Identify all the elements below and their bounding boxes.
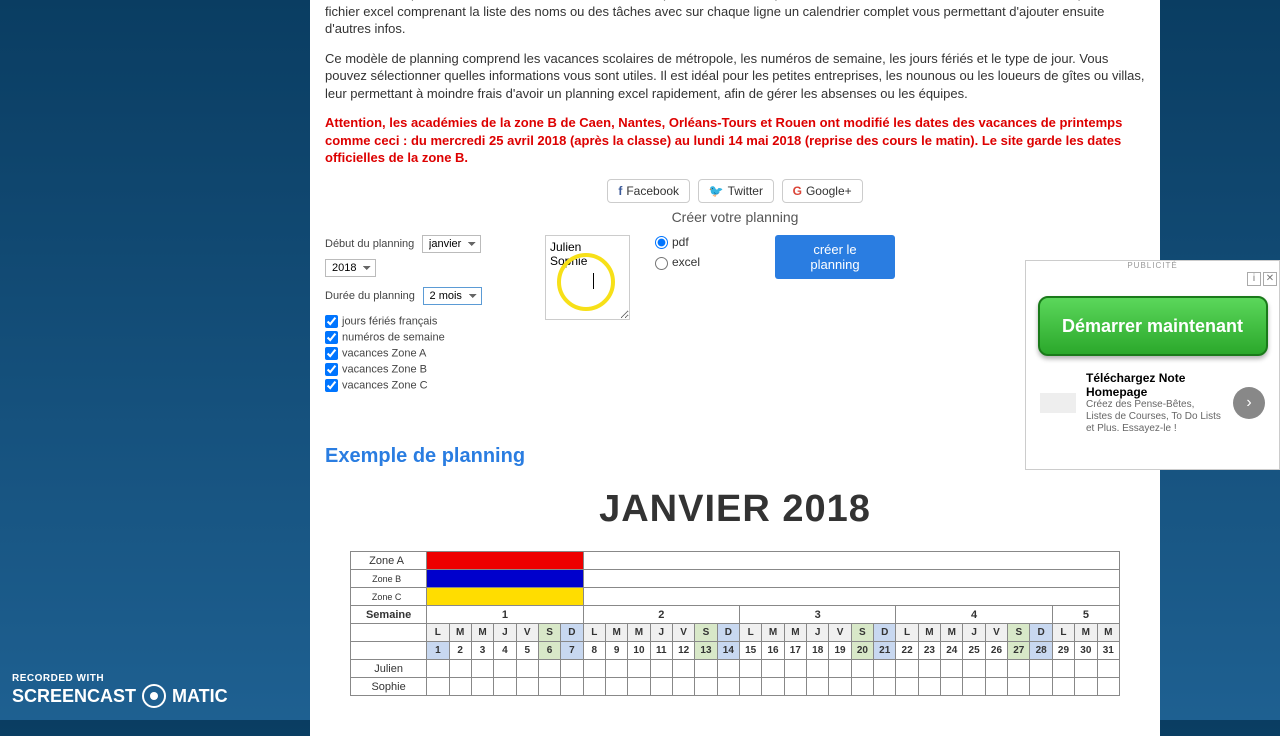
check-zone-a[interactable] (325, 347, 338, 360)
ad-logo (1040, 393, 1076, 413)
duration-label: Durée du planning (325, 290, 415, 302)
share-facebook-button[interactable]: fFacebook (607, 179, 690, 203)
ad-close-icon[interactable]: ✕ (1263, 272, 1277, 286)
person-row-2: Sophie (351, 678, 427, 696)
check-zone-c[interactable] (325, 379, 338, 392)
start-label: Début du planning (325, 238, 414, 250)
calendar-table: Zone A Zone B Zone C Semaine 1 2 3 4 5 L… (350, 551, 1120, 696)
share-googleplus-button[interactable]: GGoogle+ (782, 179, 863, 203)
check-zone-b[interactable] (325, 363, 338, 376)
intro-paragraph-1: vous cherchez sur internet un outil simp… (325, 0, 1145, 38)
ad-info-icon[interactable]: i (1247, 272, 1261, 286)
names-textarea[interactable] (545, 235, 630, 320)
facebook-icon: f (618, 184, 622, 198)
format-excel-radio[interactable] (655, 257, 668, 270)
share-twitter-button[interactable]: 🐦Twitter (698, 179, 774, 203)
duration-select[interactable]: 2 mois (423, 287, 482, 305)
ad-cta-button[interactable]: Démarrer maintenant (1038, 296, 1268, 356)
section-title: Créer votre planning (325, 209, 1145, 225)
ad-arrow-icon[interactable]: › (1233, 387, 1265, 419)
text-cursor (593, 273, 594, 289)
check-weeknum[interactable] (325, 331, 338, 344)
googleplus-icon: G (793, 184, 802, 198)
person-row-1: Julien (351, 660, 427, 678)
warning-text: Attention, les académies de la zone B de… (325, 114, 1145, 167)
screencast-watermark: RECORDED WITH SCREENCAST MATIC (12, 673, 228, 708)
format-pdf-radio[interactable] (655, 236, 668, 249)
start-month-select[interactable]: janvier (422, 235, 481, 253)
twitter-icon: 🐦 (709, 184, 724, 198)
start-year-select[interactable]: 2018 (325, 259, 376, 277)
example-heading: Exemple de planning (325, 445, 1145, 468)
advertisement: PUBLICITÉ i ✕ Démarrer maintenant Téléch… (1025, 260, 1280, 470)
intro-paragraph-2: Ce modèle de planning comprend les vacan… (325, 50, 1145, 103)
check-feries[interactable] (325, 315, 338, 328)
create-planning-button[interactable]: créer le planning (775, 235, 895, 279)
month-heading: JANVIER 2018 (325, 488, 1145, 531)
